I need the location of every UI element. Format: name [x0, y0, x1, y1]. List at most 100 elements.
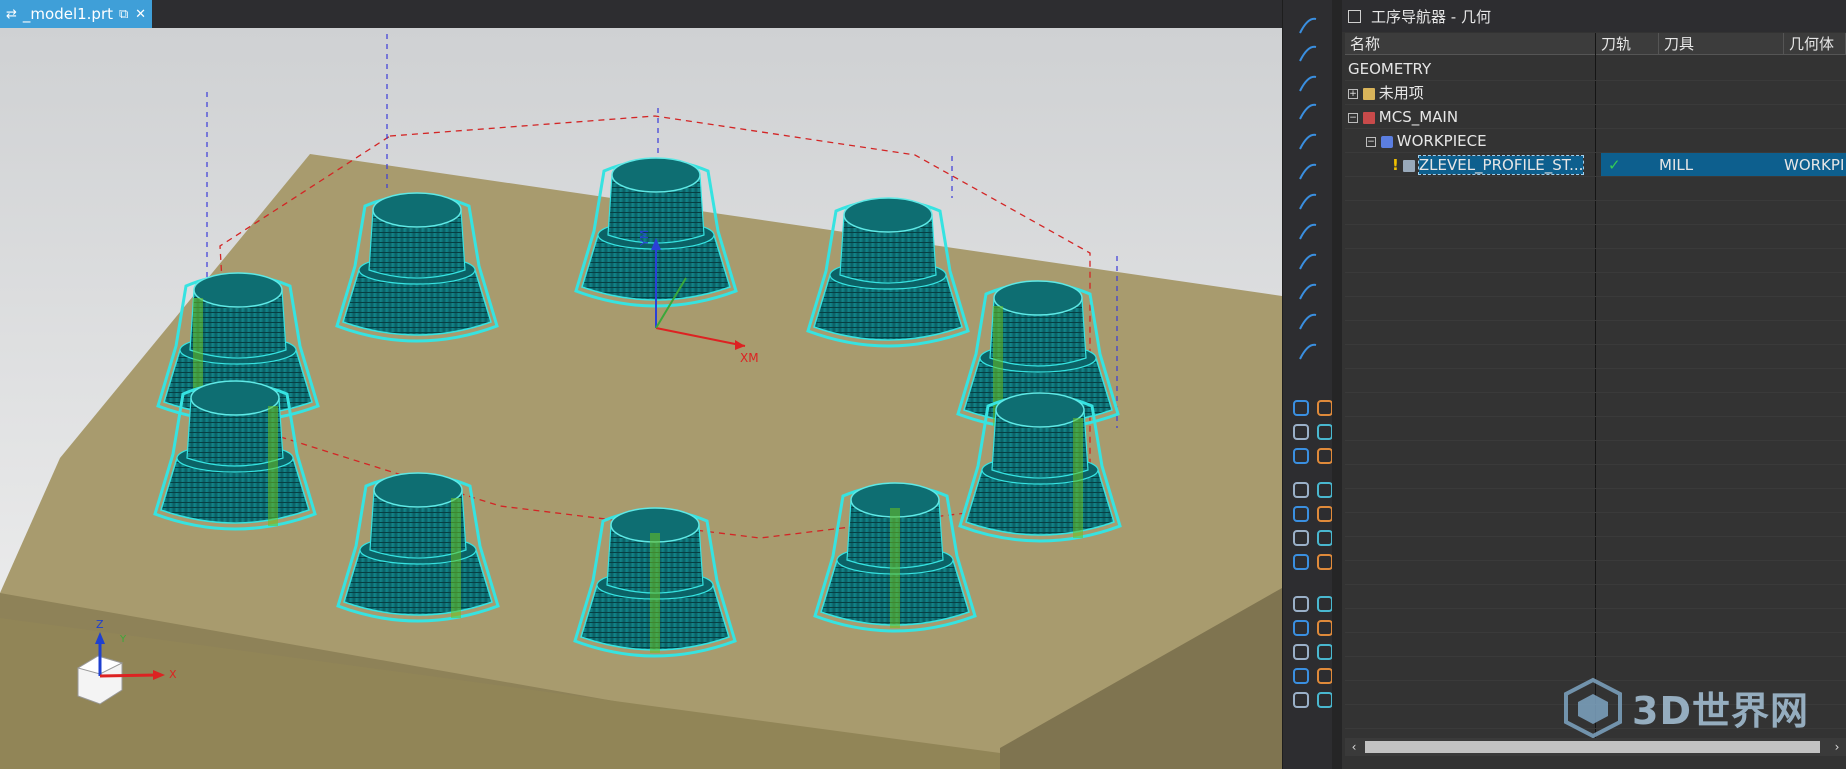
surface-icon[interactable] [1296, 130, 1320, 154]
toolpath-status [1608, 129, 1658, 153]
toolpath-status [1608, 57, 1658, 81]
navigator-title-bar: 工序导航器 - 几何 [1342, 0, 1846, 32]
mcs-icon [1362, 111, 1375, 124]
empty-row [1345, 297, 1846, 321]
tree-row[interactable]: + 未用项 [1345, 81, 1846, 105]
empty-row [1345, 201, 1846, 225]
empty-row [1345, 609, 1846, 633]
tool-cell [1659, 81, 1779, 105]
toolpath-status [1608, 105, 1658, 129]
tree-row-label: ZLEVEL_PROFILE_ST... [1417, 155, 1585, 175]
spline-icon[interactable] [1296, 280, 1320, 304]
empty-row [1345, 537, 1846, 561]
geometry-cell: WORKPI [1784, 156, 1845, 174]
tree-row-label: 未用项 [1378, 84, 1424, 102]
navigator-checkbox[interactable] [1348, 9, 1361, 23]
tree-row[interactable]: − WORKPIECE [1345, 129, 1846, 153]
tree-row[interactable]: − MCS_MAIN [1345, 105, 1846, 129]
line-icon[interactable] [1296, 14, 1320, 38]
column-header-name[interactable]: 名称 [1345, 33, 1596, 55]
scroll-right-icon[interactable]: › [1830, 738, 1844, 756]
graphics-viewport[interactable]: XM YM Z X Y [0, 28, 1282, 769]
document-tab-bar: ⇄ _model1.prt ⧉ ✕ [0, 0, 1282, 28]
geometry-cell [1784, 129, 1846, 153]
empty-row [1345, 321, 1846, 345]
column-header-geometry[interactable]: 几何体 [1784, 33, 1846, 55]
triad-x-label: X [169, 668, 177, 681]
tool-icon[interactable] [1289, 688, 1313, 712]
document-tab-title: _model1.prt [22, 5, 113, 23]
geometry-cell [1784, 81, 1846, 105]
expand-toggle-icon[interactable]: − [1348, 112, 1358, 123]
sync-icon[interactable] [1289, 616, 1313, 640]
axis-label-xm: XM [740, 351, 759, 365]
view-icon[interactable] [1289, 592, 1313, 616]
ellipse-curve-icon[interactable] [1296, 220, 1320, 244]
column-header-toolpath[interactable]: 刀轨 [1596, 33, 1659, 55]
workpiece-icon [1380, 135, 1393, 148]
sim-icon[interactable] [1289, 640, 1313, 664]
rectangle-icon[interactable] [1296, 100, 1320, 124]
warning-status-icon: ! [1392, 156, 1399, 174]
circle-icon[interactable] [1296, 72, 1320, 96]
tool-cell [1659, 57, 1779, 81]
curve-on-surface-icon[interactable] [1296, 340, 1320, 364]
tool-cell: MILL [1659, 156, 1694, 174]
arc-icon[interactable] [1296, 42, 1320, 66]
scrollbar-thumb[interactable] [1365, 741, 1820, 753]
empty-row [1345, 345, 1846, 369]
watermark-text: 3D世界网 [1632, 688, 1809, 733]
plane-icon[interactable] [1296, 160, 1320, 184]
axis-label-ym: YM [638, 230, 651, 247]
nx-cam-window: ⇄ _model1.prt ⧉ ✕ XM YM Z X Y 工序导航器 - 几何… [0, 0, 1846, 769]
horizontal-scrollbar[interactable]: ‹ › [1345, 738, 1846, 756]
operation-icon [1402, 159, 1415, 172]
helix-icon[interactable] [1296, 250, 1320, 274]
boundary-icon[interactable] [1296, 190, 1320, 214]
geometry-cell [1784, 57, 1846, 81]
spline-thru-icon[interactable] [1296, 310, 1320, 334]
empty-row [1345, 441, 1846, 465]
triad-y-label: Y [119, 634, 127, 645]
toolpath-status: ✓ [1608, 156, 1621, 174]
tree-row[interactable]: ! ZLEVEL_PROFILE_ST... ✓ MILL WORKPI [1345, 153, 1846, 177]
text-blue-icon[interactable] [1289, 478, 1313, 502]
close-icon[interactable]: ✕ [135, 7, 146, 22]
empty-row [1345, 633, 1846, 657]
expand-toggle-icon[interactable]: − [1366, 136, 1376, 147]
empty-row [1345, 561, 1846, 585]
wave-icon[interactable] [1289, 664, 1313, 688]
navigator-title: 工序导航器 - 几何 [1371, 7, 1491, 26]
offset-icon[interactable] [1289, 420, 1313, 444]
tool-cell [1659, 105, 1779, 129]
pin-icon[interactable]: ⧉ [119, 7, 128, 22]
empty-row [1345, 513, 1846, 537]
wave-curve-icon[interactable] [1289, 396, 1313, 420]
empty-row [1345, 417, 1846, 441]
scroll-left-icon[interactable]: ‹ [1347, 738, 1361, 756]
part-file-icon: ⇄ [6, 6, 17, 22]
tree-row-label: WORKPIECE [1396, 132, 1487, 150]
pointset-icon[interactable] [1289, 526, 1313, 550]
panel-splitter[interactable] [1332, 0, 1342, 769]
folder-icon [1362, 87, 1375, 100]
tool-cell [1659, 129, 1779, 153]
column-header-tool[interactable]: 刀具 [1659, 33, 1784, 55]
expand-toggle-icon[interactable]: + [1348, 88, 1358, 99]
curve-toolbar [1282, 0, 1333, 769]
bodies-icon[interactable] [1289, 502, 1313, 526]
tree-row[interactable]: GEOMETRY [1345, 57, 1846, 81]
empty-row [1345, 585, 1846, 609]
empty-row [1345, 393, 1846, 417]
tree-row-label: MCS_MAIN [1378, 108, 1459, 126]
extract-icon[interactable] [1289, 444, 1313, 468]
empty-row [1345, 489, 1846, 513]
hexagon-icon[interactable] [1289, 550, 1313, 574]
operation-navigator: 工序导航器 - 几何 名称 刀轨 刀具 几何体 GEOMETRY + 未用项 − M… [1342, 0, 1846, 769]
document-tab[interactable]: ⇄ _model1.prt ⧉ ✕ [0, 0, 152, 28]
navigator-tree: GEOMETRY + 未用项 − MCS_MAIN − WORKPIECE! ZLEVE… [1345, 57, 1846, 737]
watermark-cube-icon [1564, 677, 1622, 738]
empty-row [1345, 225, 1846, 249]
geometry-cell [1784, 105, 1846, 129]
watermark: 3D世界网 [1562, 676, 1809, 738]
